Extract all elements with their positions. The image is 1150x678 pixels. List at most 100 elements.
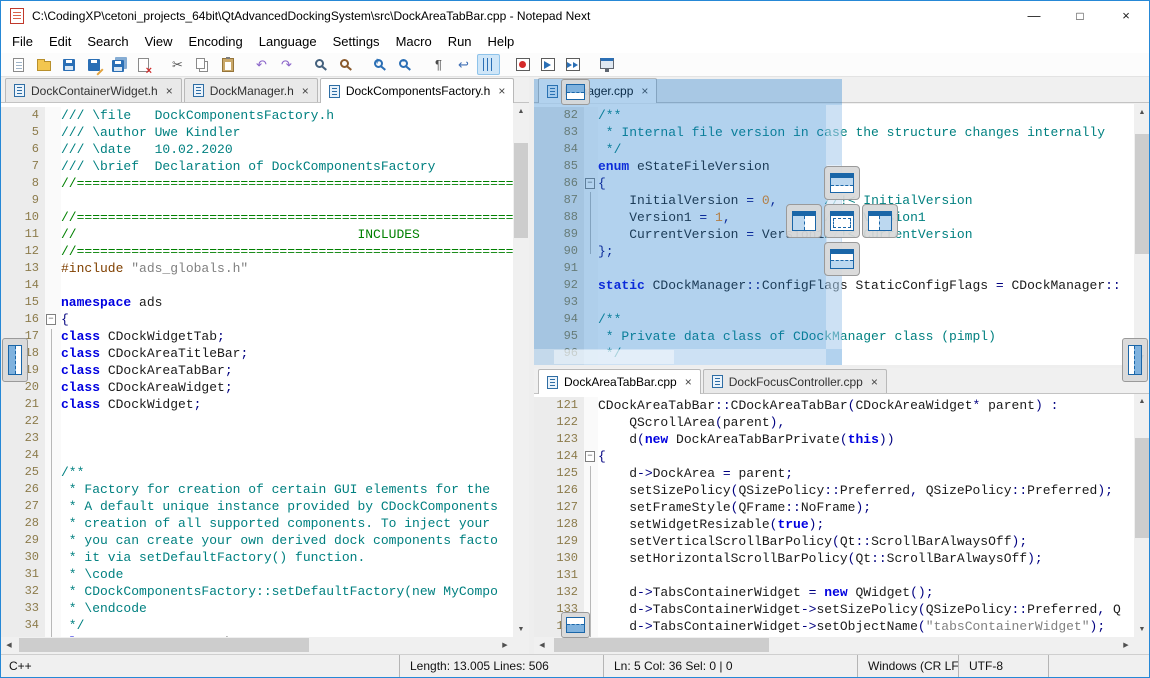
- fold-collapse-icon[interactable]: −: [46, 314, 56, 325]
- replace-button[interactable]: [334, 54, 357, 75]
- code-line: /**: [61, 464, 513, 481]
- drop-indicator-area-bottom[interactable]: [824, 242, 860, 276]
- scroll-down-icon[interactable]: ▼: [513, 621, 529, 637]
- save-all-button[interactable]: [107, 54, 130, 75]
- menu-view[interactable]: View: [137, 31, 181, 52]
- document-icon: [193, 84, 204, 97]
- redo-button[interactable]: ↷: [275, 54, 298, 75]
- line-number: 8: [1, 175, 39, 192]
- menu-encoding[interactable]: Encoding: [181, 31, 251, 52]
- dock-area-left: DockContainerWidget.h × DockManager.h × …: [1, 77, 529, 654]
- code-line: class CDockWidget;: [61, 396, 513, 413]
- scroll-down-icon[interactable]: ▼: [1134, 621, 1150, 637]
- menu-language[interactable]: Language: [251, 31, 325, 52]
- find-button[interactable]: [309, 54, 332, 75]
- menu-run[interactable]: Run: [440, 31, 480, 52]
- scroll-right-icon[interactable]: ▶: [497, 637, 513, 653]
- new-file-icon: [13, 58, 24, 72]
- close-button[interactable]: ×: [1103, 1, 1149, 30]
- fold-cell: [45, 260, 61, 277]
- menu-file[interactable]: File: [4, 31, 41, 52]
- scrollbar-thumb[interactable]: [1135, 134, 1149, 254]
- status-spacer: [1048, 655, 1149, 677]
- drop-indicator-area-left[interactable]: [786, 204, 822, 238]
- scroll-up-icon[interactable]: ▲: [1134, 393, 1150, 409]
- line-number: 129: [534, 533, 578, 550]
- scroll-right-icon[interactable]: ▶: [1118, 637, 1134, 653]
- tab-close-icon[interactable]: ×: [871, 375, 878, 389]
- drop-indicator-container-bottom[interactable]: [561, 612, 590, 638]
- code-line: namespace ads: [61, 294, 513, 311]
- vertical-scrollbar[interactable]: ▲ ▼: [1134, 104, 1150, 365]
- tab-dockcomponentsfactory-h[interactable]: DockComponentsFactory.h ×: [320, 78, 515, 103]
- code-line: /// \brief Declaration of DockComponents…: [61, 158, 513, 175]
- cut-button[interactable]: ✂: [166, 54, 189, 75]
- drop-indicator-area-right[interactable]: [862, 204, 898, 238]
- editor-dockareatabbar[interactable]: 1211221231241251261271281291301311321331…: [534, 393, 1134, 637]
- status-language[interactable]: C++: [1, 655, 399, 677]
- record-macro-button[interactable]: [511, 54, 534, 75]
- vertical-scrollbar[interactable]: ▲ ▼: [513, 103, 529, 637]
- horizontal-scrollbar[interactable]: ◀ ▶: [534, 637, 1134, 653]
- drop-indicator-area-top[interactable]: [824, 166, 860, 200]
- scroll-left-icon[interactable]: ◀: [1, 637, 17, 653]
- fold-margin[interactable]: −: [584, 397, 598, 637]
- scroll-up-icon[interactable]: ▲: [513, 103, 529, 119]
- tab-dockmanager-h[interactable]: DockManager.h ×: [184, 78, 318, 102]
- scrollbar-thumb[interactable]: [1135, 438, 1149, 538]
- word-wrap-button[interactable]: ↩: [452, 54, 475, 75]
- tab-close-icon[interactable]: ×: [302, 84, 309, 98]
- close-file-button[interactable]: [132, 54, 155, 75]
- scrollbar-thumb[interactable]: [514, 143, 528, 238]
- show-folder-as-workspace-button[interactable]: [595, 54, 618, 75]
- paste-button[interactable]: [216, 54, 239, 75]
- fold-cell: [45, 583, 61, 600]
- status-encoding[interactable]: UTF-8: [958, 655, 1048, 677]
- code-area[interactable]: /// \file DockComponentsFactory.h/// \au…: [61, 107, 513, 637]
- scrollbar-thumb[interactable]: [554, 638, 769, 652]
- drop-indicator-container-right[interactable]: [1122, 338, 1148, 382]
- code-area[interactable]: CDockAreaTabBar::CDockAreaTabBar(CDockAr…: [598, 397, 1134, 637]
- tab-close-icon[interactable]: ×: [166, 84, 173, 98]
- fold-collapse-icon[interactable]: −: [585, 451, 595, 462]
- open-file-button[interactable]: [32, 54, 55, 75]
- play-macro-button[interactable]: [536, 54, 559, 75]
- scroll-left-icon[interactable]: ◀: [534, 637, 550, 653]
- menu-settings[interactable]: Settings: [325, 31, 388, 52]
- save-file-as-button[interactable]: [82, 54, 105, 75]
- tab-dockareatabbar-cpp[interactable]: DockAreaTabBar.cpp ×: [538, 369, 701, 394]
- zoom-out-button[interactable]: [393, 54, 416, 75]
- tab-dockfocuscontroller-cpp[interactable]: DockFocusController.cpp ×: [703, 369, 887, 393]
- copy-button[interactable]: [191, 54, 214, 75]
- vertical-scrollbar[interactable]: ▲ ▼: [1134, 393, 1150, 637]
- code-line: {: [61, 311, 513, 328]
- editor-dockcomponentsfactory[interactable]: 4567891011121314151617181920212223242526…: [1, 103, 513, 637]
- horizontal-scrollbar[interactable]: ◀ ▶: [1, 637, 513, 653]
- code-line: d->TabsContainerWidget->setObjectName("t…: [598, 618, 1134, 635]
- drop-indicator-container-left[interactable]: [2, 338, 28, 382]
- tab-close-icon[interactable]: ×: [685, 375, 692, 389]
- indent-guides-button[interactable]: [477, 54, 500, 75]
- zoom-in-button[interactable]: [368, 54, 391, 75]
- save-file-button[interactable]: [57, 54, 80, 75]
- menu-search[interactable]: Search: [79, 31, 136, 52]
- run-macro-multiple-button[interactable]: [561, 54, 584, 75]
- undo-button[interactable]: ↶: [250, 54, 273, 75]
- fold-cell: [584, 397, 598, 414]
- menu-help[interactable]: Help: [480, 31, 523, 52]
- menu-macro[interactable]: Macro: [388, 31, 440, 52]
- menu-edit[interactable]: Edit: [41, 31, 79, 52]
- status-eol-format[interactable]: Windows (CR LF): [857, 655, 958, 677]
- fold-margin[interactable]: −: [45, 107, 61, 637]
- tab-dockcontainerwidget-h[interactable]: DockContainerWidget.h ×: [5, 78, 182, 102]
- scrollbar-thumb[interactable]: [19, 638, 309, 652]
- minimize-button[interactable]: —: [1011, 1, 1057, 30]
- drop-indicator-area-center[interactable]: [824, 204, 860, 238]
- drop-indicator-container-top[interactable]: [561, 79, 590, 105]
- show-all-characters-button[interactable]: ¶: [427, 54, 450, 75]
- fold-cell: [45, 141, 61, 158]
- new-file-button[interactable]: [7, 54, 30, 75]
- maximize-button[interactable]: □: [1057, 1, 1103, 30]
- tab-close-icon[interactable]: ×: [498, 84, 505, 98]
- scroll-up-icon[interactable]: ▲: [1134, 104, 1150, 120]
